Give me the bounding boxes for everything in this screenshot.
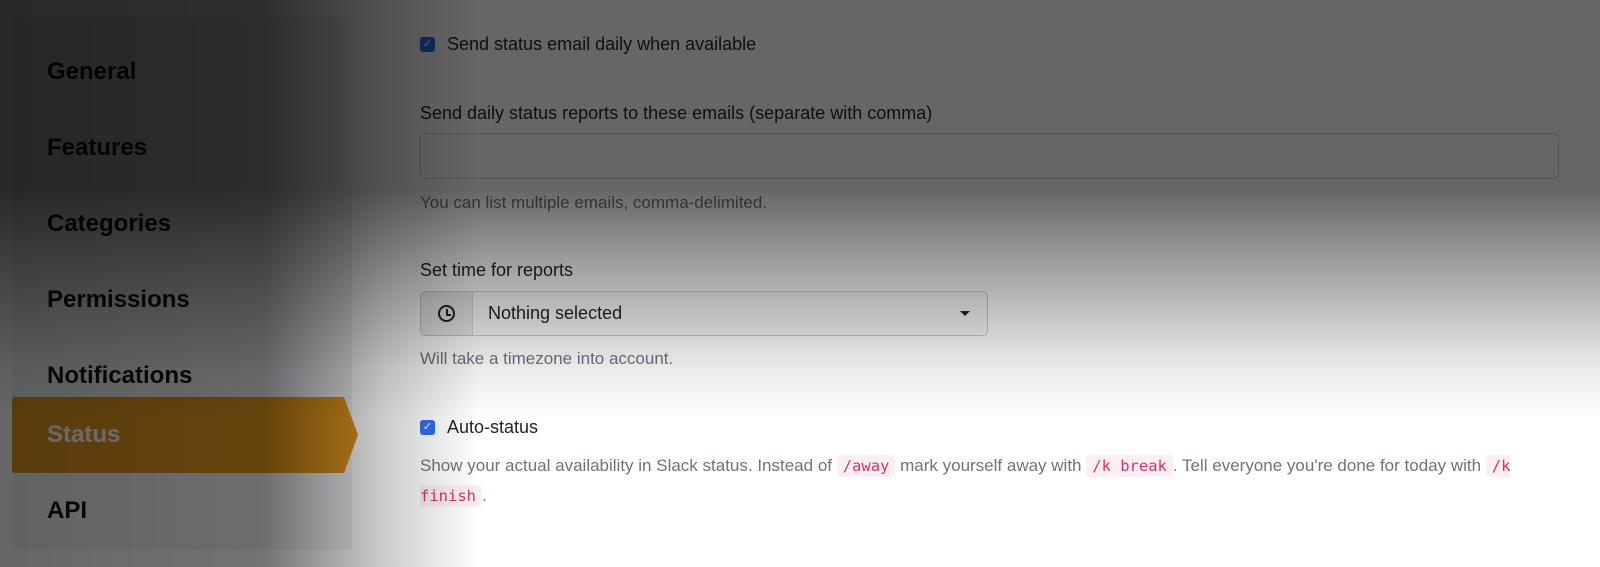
desc-text: Show your actual availability in Slack s…: [420, 456, 837, 475]
emails-input[interactable]: [420, 133, 1559, 179]
desc-text: .: [482, 486, 487, 505]
sidebar-item-label: Status: [47, 421, 121, 448]
auto-status-description: Show your actual availability in Slack s…: [420, 451, 1550, 511]
daily-email-checkbox[interactable]: ✓: [420, 37, 435, 52]
sidebar-item-label: API: [47, 497, 88, 524]
settings-page: General Features Categories Permissions …: [0, 0, 1600, 567]
desc-text: mark yourself away with: [895, 456, 1087, 475]
auto-status-option[interactable]: ✓ Auto-status: [420, 417, 538, 438]
sidebar-item-general[interactable]: General: [12, 34, 352, 110]
sidebar-item-label: Permissions: [47, 286, 190, 313]
sidebar-item-api[interactable]: API: [12, 473, 352, 549]
break-command: /k break: [1086, 455, 1173, 477]
emails-field-label: Send daily status reports to these email…: [420, 103, 933, 123]
sidebar-item-label: Categories: [47, 210, 172, 237]
daily-email-option[interactable]: ✓ Send status email daily when available: [420, 34, 756, 55]
report-time-value: Nothing selected: [488, 303, 623, 323]
clock-addon: [421, 292, 473, 335]
report-time-label: Set time for reports: [420, 260, 574, 280]
sidebar-item-categories[interactable]: Categories: [12, 186, 352, 262]
auto-status-checkbox[interactable]: ✓: [420, 420, 435, 435]
desc-text: . Tell everyone you're done for today wi…: [1172, 456, 1486, 475]
clock-icon: [438, 305, 455, 322]
settings-sidebar: General Features Categories Permissions …: [12, 17, 358, 550]
sidebar-item-label: Notifications: [47, 362, 193, 389]
daily-email-label: Send status email daily when available: [447, 34, 757, 54]
sidebar-item-label: General: [47, 58, 137, 85]
auto-status-label: Auto-status: [447, 417, 539, 437]
report-time-help-text: Will take a timezone into account.: [420, 349, 674, 368]
away-command: /away: [836, 455, 896, 477]
sidebar-item-label: Features: [47, 134, 148, 161]
emails-help-text: You can list multiple emails, comma-deli…: [420, 193, 768, 212]
caret-down-icon: [960, 311, 970, 316]
sidebar-item-features[interactable]: Features: [12, 110, 352, 186]
sidebar-item-permissions[interactable]: Permissions: [12, 262, 352, 338]
report-time-select[interactable]: Nothing selected: [420, 291, 988, 336]
status-settings-form: ✓ Send status email daily when available…: [420, 0, 1600, 567]
sidebar-item-status[interactable]: Status: [12, 397, 358, 473]
